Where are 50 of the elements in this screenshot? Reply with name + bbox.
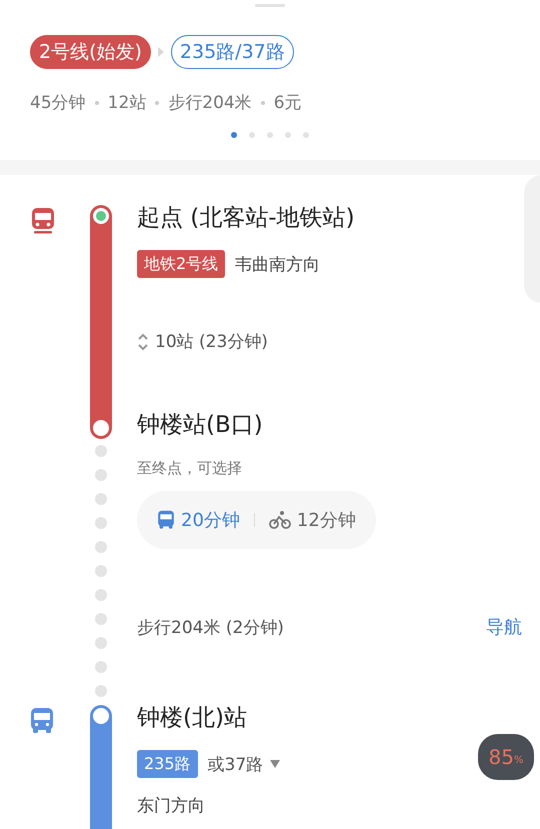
separator-dot bbox=[155, 100, 160, 104]
caret-icon bbox=[269, 759, 282, 769]
walk-dot bbox=[95, 661, 107, 673]
walk-dot bbox=[95, 493, 107, 505]
direction-text: 韦曲南方向 bbox=[235, 254, 320, 276]
route-chip: 235路/37路 bbox=[170, 35, 294, 69]
page-dot[interactable] bbox=[231, 132, 237, 138]
page-dot[interactable] bbox=[285, 132, 291, 138]
bus-icon bbox=[30, 707, 54, 735]
page-dot[interactable] bbox=[303, 132, 309, 138]
page-dot[interactable] bbox=[267, 132, 273, 138]
walk-text: 步行204米 (2分钟) bbox=[137, 616, 284, 638]
walk-dot bbox=[95, 613, 107, 625]
expand-icon bbox=[137, 332, 149, 352]
separator-dot bbox=[94, 100, 99, 104]
stop-dot bbox=[93, 420, 109, 436]
stop-name: 钟楼站(B口) bbox=[137, 411, 263, 439]
walk-dot bbox=[95, 565, 107, 577]
navigate-link[interactable]: 导航 bbox=[486, 615, 522, 639]
summary-text: 45分钟 bbox=[30, 92, 86, 114]
walk-dot bbox=[95, 469, 107, 481]
bus-icon bbox=[157, 510, 175, 530]
note-text: 至终点，可选择 bbox=[137, 459, 242, 478]
stop-dot bbox=[93, 208, 109, 224]
stop-dot bbox=[93, 708, 109, 724]
stops-toggle[interactable]: 10站 (23分钟) bbox=[137, 330, 268, 353]
transfer-option[interactable]: 20分钟 bbox=[157, 508, 240, 532]
walk-dot bbox=[95, 637, 107, 649]
route-chip: 2号线(始发) bbox=[30, 35, 151, 69]
walk-dot bbox=[95, 589, 107, 601]
stop-name: 钟楼(北)站 bbox=[137, 704, 247, 732]
walk-dot bbox=[95, 517, 107, 529]
separator-dot bbox=[260, 100, 265, 104]
percentage-badge: 85% bbox=[478, 734, 534, 780]
summary-text: 12站 bbox=[108, 92, 146, 114]
bicycle-icon bbox=[268, 510, 291, 530]
summary-text: 步行204米 bbox=[168, 92, 252, 114]
page-dot[interactable] bbox=[249, 132, 255, 138]
stop-name: 起点 (北客站-地铁站) bbox=[137, 204, 355, 232]
direction-text: 东门方向 bbox=[137, 795, 205, 817]
train-icon bbox=[30, 207, 56, 235]
line-tag: 235路 bbox=[137, 750, 198, 778]
walk-dot bbox=[95, 445, 107, 457]
transfer-option[interactable]: 12分钟 bbox=[268, 508, 356, 532]
walk-dot bbox=[95, 541, 107, 553]
line-tag: 地铁2号线 bbox=[137, 250, 226, 278]
walk-dot bbox=[95, 685, 107, 697]
alternative-route-dropdown[interactable]: 或37路 bbox=[208, 752, 282, 776]
summary-text: 6元 bbox=[274, 92, 302, 114]
arrow-icon bbox=[156, 46, 165, 58]
